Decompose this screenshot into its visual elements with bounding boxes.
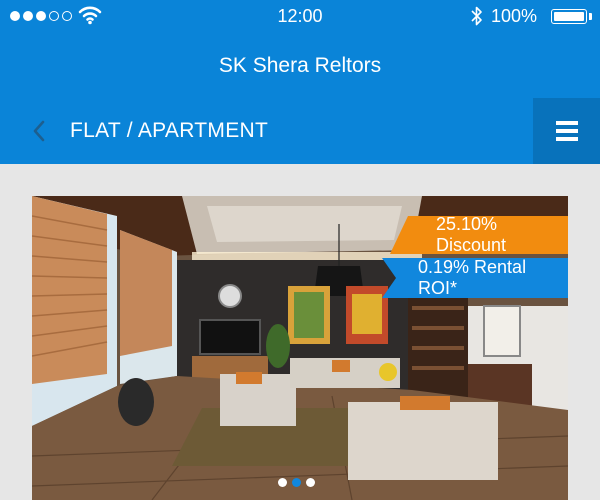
sub-header: FLAT / APARTMENT bbox=[0, 98, 600, 164]
app-title: SK Shera Reltors bbox=[218, 54, 382, 77]
status-bar: 12:00 100% bbox=[0, 0, 600, 32]
carousel-dot[interactable] bbox=[306, 478, 315, 487]
bluetooth-icon bbox=[471, 6, 482, 26]
carousel-pagination bbox=[278, 478, 315, 487]
hamburger-menu-icon bbox=[555, 121, 578, 125]
carousel-dot-active[interactable] bbox=[292, 478, 301, 487]
back-button[interactable] bbox=[24, 116, 54, 146]
carousel-dot[interactable] bbox=[278, 478, 287, 487]
chevron-left-icon bbox=[33, 120, 45, 142]
rental-roi-badge: 0.19% Rental ROI* bbox=[382, 258, 568, 298]
property-card[interactable]: 25.10% Discount 0.19% Rental ROI* bbox=[32, 196, 568, 500]
menu-button[interactable] bbox=[533, 98, 600, 164]
page-title: FLAT / APARTMENT bbox=[70, 119, 269, 142]
battery-tip bbox=[589, 13, 592, 20]
discount-badge: 25.10% Discount bbox=[390, 216, 568, 254]
app-header: SK Shera Reltors bbox=[0, 32, 600, 98]
battery-icon bbox=[551, 9, 587, 24]
battery-percent: 100% bbox=[491, 6, 538, 26]
